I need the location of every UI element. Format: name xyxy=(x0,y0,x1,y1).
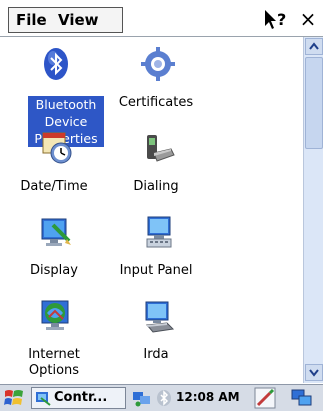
show-desktop-icon[interactable] xyxy=(290,388,314,408)
network-icon[interactable] xyxy=(132,389,152,407)
display-icon xyxy=(39,215,73,249)
menu-group: File View xyxy=(8,7,123,33)
clock[interactable]: 12:08 AM xyxy=(176,390,240,404)
input-panel-icon xyxy=(141,215,175,249)
item-label: Dialing xyxy=(133,179,179,194)
close-icon[interactable]: × xyxy=(295,6,321,32)
taskbar: Contr... 12:08 AM xyxy=(0,384,323,411)
menu-bar: File View ? × xyxy=(0,0,323,37)
taskbar-task-control-panel[interactable]: Contr... xyxy=(31,387,126,409)
control-panel-icon xyxy=(36,392,51,406)
input-method-icon[interactable] xyxy=(254,387,276,409)
bluetooth-icon xyxy=(39,47,73,81)
irda-icon xyxy=(141,299,175,333)
scroll-thumb[interactable] xyxy=(305,57,323,149)
item-label: Display xyxy=(30,263,78,278)
internet-options-icon xyxy=(39,299,73,333)
menu-view[interactable]: View xyxy=(58,11,99,29)
item-label: Certificates xyxy=(118,95,194,110)
date-time-icon xyxy=(39,131,73,165)
control-panel-grid: Bluetooth Device Properties Certificates xyxy=(0,37,302,383)
item-label: Internet Options xyxy=(28,347,80,378)
bluetooth-tray-icon[interactable] xyxy=(155,389,173,407)
scroll-up-button[interactable] xyxy=(305,38,323,55)
scroll-down-button[interactable] xyxy=(305,364,323,381)
help-icon[interactable]: ? xyxy=(262,8,292,32)
svg-text:?: ? xyxy=(277,10,286,29)
taskbar-task-label: Contr... xyxy=(54,390,108,405)
item-label: Irda xyxy=(143,347,169,362)
start-icon[interactable] xyxy=(3,387,25,409)
item-label: Date/Time xyxy=(20,179,88,194)
menu-file[interactable]: File xyxy=(16,11,47,29)
vertical-scrollbar[interactable] xyxy=(303,37,323,383)
dialing-icon xyxy=(141,131,175,165)
item-label: Input Panel xyxy=(119,263,193,278)
certificates-icon xyxy=(141,47,175,81)
